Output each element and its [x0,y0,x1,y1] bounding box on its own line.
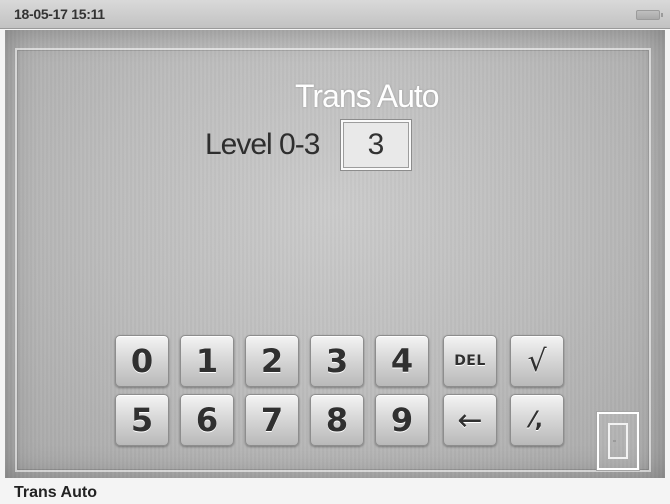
delete-button[interactable]: DEL [443,335,497,387]
door-exit-icon[interactable] [597,412,639,470]
key-3[interactable]: 3 [310,335,364,387]
level-input[interactable]: 3 [341,120,411,170]
footer-label: Trans Auto [14,484,97,501]
battery-icon [636,10,663,20]
decimal-comma-button[interactable]: ⁄, [510,394,564,446]
door-panel [608,423,628,459]
key-5[interactable]: 5 [115,394,169,446]
backspace-button[interactable]: ← [443,394,497,446]
key-1[interactable]: 1 [180,335,234,387]
key-6[interactable]: 6 [180,394,234,446]
footer-bar: Trans Auto [0,480,670,504]
main-panel: Trans Auto Level 0-3 3 0 1 2 3 4 DEL √ 5… [5,30,665,478]
key-0[interactable]: 0 [115,335,169,387]
key-4[interactable]: 4 [375,335,429,387]
key-8[interactable]: 8 [310,394,364,446]
confirm-check-button[interactable]: √ [510,335,564,387]
status-datetime: 18-05-17 15:11 [14,6,105,22]
status-bar: 18-05-17 15:11 [0,0,670,29]
page-title: Trans Auto [295,78,440,114]
level-label: Level 0-3 [205,128,320,161]
key-7[interactable]: 7 [245,394,299,446]
key-9[interactable]: 9 [375,394,429,446]
key-2[interactable]: 2 [245,335,299,387]
